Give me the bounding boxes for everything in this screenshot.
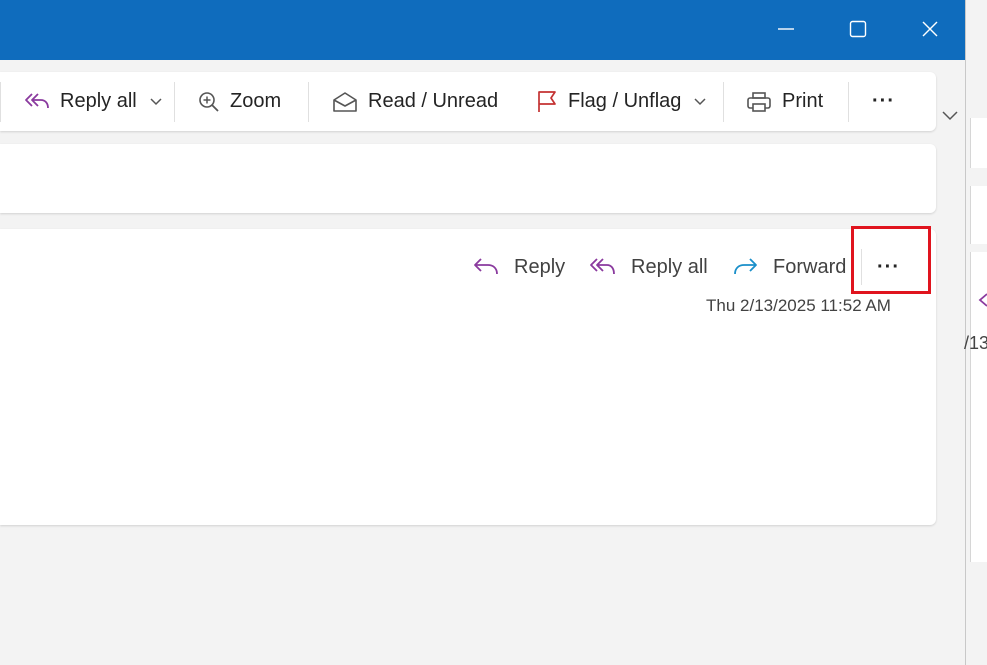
close-button[interactable] bbox=[908, 9, 952, 49]
reply-button[interactable]: Reply bbox=[472, 250, 565, 284]
message-toolbar: Reply all Zoom Read / Unread Flag / Unfl… bbox=[0, 72, 936, 131]
toolbar-divider bbox=[0, 82, 1, 122]
more-options-icon: ··· bbox=[872, 90, 895, 112]
toolbar-divider bbox=[848, 82, 849, 122]
highlight-box bbox=[851, 226, 931, 294]
maximize-button[interactable] bbox=[836, 9, 880, 49]
reply-all-button[interactable]: Reply all bbox=[589, 250, 708, 284]
right-pane-panel bbox=[970, 186, 987, 244]
flag-icon bbox=[538, 90, 556, 112]
reply-all-label: Reply all bbox=[631, 255, 708, 278]
minimize-button[interactable] bbox=[764, 9, 808, 49]
zoom-label: Zoom bbox=[230, 90, 282, 112]
flag-unflag-label: Flag / Unflag bbox=[568, 90, 682, 112]
chevron-down-icon[interactable] bbox=[149, 97, 163, 107]
message-timestamp: Thu 2/13/2025 11:52 AM bbox=[706, 296, 891, 315]
read-unread-button[interactable]: Read / Unread bbox=[332, 72, 498, 131]
reply-all-icon bbox=[590, 258, 615, 275]
reply-all-label: Reply all bbox=[60, 90, 137, 112]
reply-icon bbox=[474, 258, 498, 275]
toolbar-more-button[interactable]: ··· bbox=[872, 72, 895, 131]
close-icon bbox=[922, 21, 938, 37]
partial-reply-icon bbox=[978, 290, 987, 315]
forward-label: Forward bbox=[773, 255, 847, 278]
subject-card bbox=[0, 144, 936, 213]
reply-label: Reply bbox=[514, 255, 566, 278]
reply-all-icon bbox=[25, 92, 49, 108]
forward-button[interactable]: Forward bbox=[733, 250, 846, 284]
print-label: Print bbox=[782, 90, 824, 112]
toolbar-divider bbox=[723, 82, 724, 122]
reply-all-button[interactable]: Reply all bbox=[24, 72, 163, 131]
ribbon-collapse-chevron-icon[interactable] bbox=[941, 108, 959, 127]
print-button[interactable]: Print bbox=[746, 72, 823, 131]
toolbar-divider bbox=[174, 82, 175, 122]
read-unread-label: Read / Unread bbox=[368, 90, 499, 112]
maximize-icon bbox=[849, 20, 867, 38]
title-bar bbox=[0, 0, 965, 60]
zoom-button[interactable]: Zoom bbox=[198, 72, 281, 131]
flag-unflag-button[interactable]: Flag / Unflag bbox=[536, 72, 707, 131]
toolbar-divider bbox=[308, 82, 309, 122]
open-envelope-icon bbox=[333, 91, 357, 112]
zoom-icon bbox=[199, 91, 219, 112]
right-pane-panel bbox=[970, 118, 987, 168]
printer-icon bbox=[747, 91, 771, 112]
forward-icon bbox=[734, 258, 757, 275]
chevron-down-icon[interactable] bbox=[693, 97, 707, 107]
right-pane-partial-text: /13 bbox=[964, 333, 987, 353]
minimize-icon bbox=[778, 28, 794, 30]
